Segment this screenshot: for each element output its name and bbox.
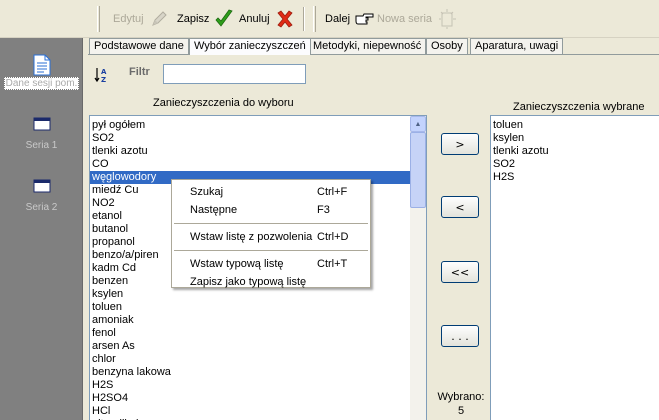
list-item[interactable]: H2SO4 [90,392,410,405]
menu-item-shortcut: Ctrl+D [317,231,349,243]
scroll-up-arrow-icon[interactable]: ▲ [410,116,426,132]
list-item[interactable]: H2S [491,171,659,184]
vertical-scrollbar[interactable]: ▲ [410,116,426,420]
window-icon [32,178,52,200]
svg-text:Z: Z [101,76,106,84]
checkmark-icon [213,8,235,30]
tab-basic-data[interactable]: Podstawowe dane [89,38,189,54]
edit-button[interactable]: Edytuj [113,6,170,32]
cancel-button[interactable]: Anuluj [239,6,296,32]
pointing-hand-icon [354,8,376,30]
add-button[interactable]: > [441,133,479,155]
sort-az-icon[interactable]: A Z [94,66,112,84]
list-item[interactable]: pył ogółem [90,119,410,132]
svg-text:A: A [101,68,107,76]
menu-item-save-typical-list[interactable]: Zapisz jako typową listę [172,273,370,291]
next-button-label: Dalej [325,13,351,25]
selected-count-label: Wybrano: [437,391,485,403]
selected-pollutants-list[interactable]: toluen ksylen tlenki azotu SO2 H2S [490,115,659,420]
toolbar-separator [303,7,305,31]
list-item[interactable]: HCl [90,405,410,418]
menu-item-search[interactable]: Szukaj Ctrl+F [172,183,370,201]
new-series-button-label: Nowa seria [377,13,433,25]
tab-pollutant-selection[interactable]: Wybór zanieczyszczeń [189,38,311,55]
toolbar-grip[interactable] [313,6,316,32]
window-icon [32,116,52,138]
list-item[interactable]: ksylen [491,132,659,145]
edit-button-label: Edytuj [113,13,144,25]
list-item[interactable]: CO [90,158,410,171]
menu-item-insert-permit-list[interactable]: Wstaw listę z pozwolenia Ctrl+D [172,228,370,246]
remove-all-button[interactable]: << [441,261,479,283]
menu-item-insert-typical-list[interactable]: Wstaw typową listę Ctrl+T [172,255,370,273]
menu-item-shortcut: Ctrl+F [317,186,348,198]
save-button[interactable]: Zapisz [177,6,235,32]
menu-item-label: Wstaw listę z pozwolenia [190,231,313,243]
available-list-header: Zanieczyszczenia do wyboru [153,97,294,109]
pencil-icon [148,8,170,30]
tab-label: Podstawowe dane [94,40,184,52]
list-item[interactable]: toluen [90,301,410,314]
list-item[interactable]: tlenki azotu [90,145,410,158]
list-item[interactable]: tlenki azotu [491,145,659,158]
menu-item-find-next[interactable]: Następne F3 [172,201,370,219]
navigation-panel: Dane sesji pom. Seria 1 Seria 2 [0,38,83,420]
document-icon [32,54,52,76]
menu-item-label: Wstaw typową listę [190,258,284,270]
app-window: Edytuj Zapisz Anuluj Dalej Nowa seria Da… [0,0,659,420]
tab-methods-uncertainty[interactable]: Metodyki, niepewność [308,38,427,54]
menu-item-label: Następne [190,204,238,216]
nav-item-label: Seria 1 [25,140,58,151]
filter-input[interactable] [163,64,306,84]
cancel-button-label: Anuluj [239,13,270,25]
more-options-button[interactable]: . . . [441,325,479,347]
menu-separator [174,223,368,224]
menu-item-shortcut: Ctrl+T [317,258,348,270]
menu-item-shortcut: F3 [317,204,330,216]
selected-count-value: 5 [457,405,465,417]
list-item[interactable]: SO2 [90,132,410,145]
list-item[interactable]: SO2 [491,158,659,171]
nav-item-label: Seria 2 [25,202,58,213]
scrollbar-thumb[interactable] [410,132,426,208]
tab-label: Metodyki, niepewność [313,40,422,52]
list-item[interactable]: arsen As [90,340,410,353]
tab-persons[interactable]: Osoby [426,38,468,54]
nav-item-label: Dane sesji pom. [3,77,80,90]
new-series-icon [436,8,458,30]
list-item[interactable]: amoniak [90,314,410,327]
nav-item-series-2[interactable]: Seria 2 [0,178,83,213]
filter-label: Filtr [129,66,150,78]
nav-item-session-data[interactable]: Dane sesji pom. [0,54,83,90]
tab-label: Aparatura, uwagi [475,40,559,52]
nav-item-series-1[interactable]: Seria 1 [0,116,83,151]
next-button[interactable]: Dalej [325,6,376,32]
list-item[interactable]: H2S [90,379,410,392]
menu-item-label: Zapisz jako typową listę [190,276,307,288]
tab-strip: Podstawowe dane Wybór zanieczyszczeń Met… [88,38,659,55]
list-item[interactable]: chlor [90,353,410,366]
tab-label: Wybór zanieczyszczeń [194,40,306,52]
menu-item-label: Szukaj [190,186,224,198]
remove-button[interactable]: < [441,196,479,218]
save-button-label: Zapisz [177,13,210,25]
menu-separator [174,250,368,251]
list-item[interactable]: fenol [90,327,410,340]
list-item[interactable]: toluen [491,119,659,132]
new-series-button[interactable]: Nowa seria [377,6,458,32]
list-item[interactable]: benzyna lakowa [90,366,410,379]
tab-label: Osoby [431,40,463,52]
context-menu: Szukaj Ctrl+F Następne F3 Wstaw listę z po… [171,179,371,288]
close-icon [274,8,296,30]
toolbar-grip[interactable] [97,6,100,32]
tab-equipment-notes[interactable]: Aparatura, uwagi [470,38,564,54]
toolbar: Edytuj Zapisz Anuluj Dalej Nowa seria [0,0,659,38]
selected-count: Wybrano: 5 [430,390,492,418]
selected-list-header: Zanieczyszczenia wybrane [513,101,645,113]
